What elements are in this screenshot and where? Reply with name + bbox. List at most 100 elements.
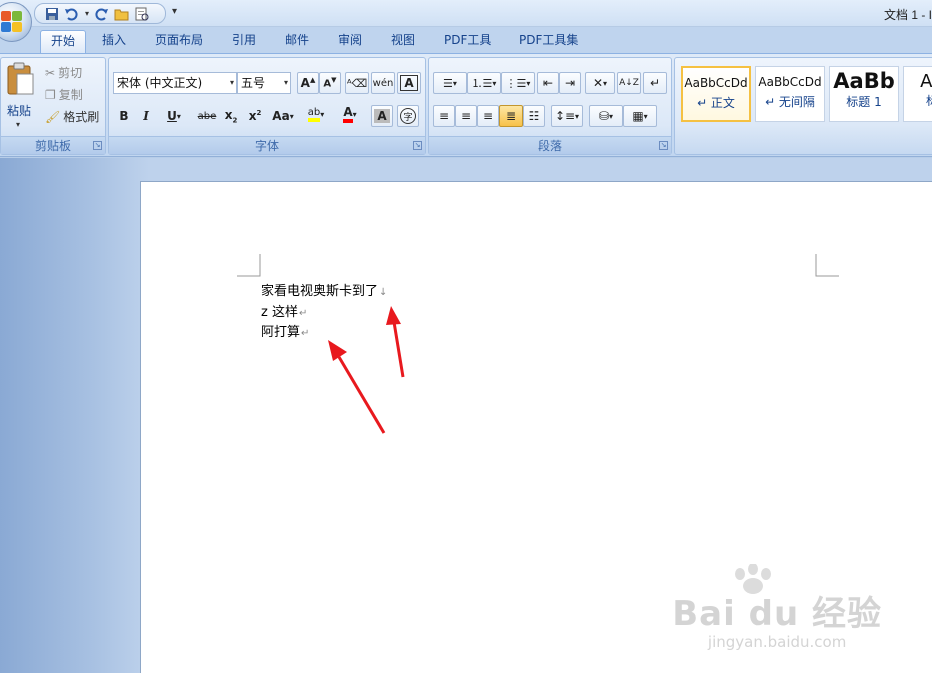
font-color-icon: A	[343, 105, 353, 123]
font-name-dropdown[interactable]: 宋体 (中文正文) ▾	[113, 72, 237, 94]
cut-button[interactable]: ✂ 剪切	[45, 64, 82, 81]
increase-indent-icon: ⇥	[564, 76, 576, 90]
paragraph-group-label: 段落	[429, 136, 671, 154]
line-break-mark: ↓	[379, 287, 388, 298]
align-left-icon: ≡	[438, 109, 450, 123]
line-spacing-button[interactable]: ↕≡ ▾	[551, 105, 583, 127]
print-preview-icon[interactable]	[133, 6, 151, 22]
undo-icon[interactable]	[63, 6, 81, 22]
paragraph-mark-icon: ↵	[649, 76, 661, 90]
clear-formatting-button[interactable]: ᴬ⌫	[345, 72, 369, 94]
document-line[interactable]: z 这样↵	[261, 301, 307, 320]
italic-button[interactable]: I	[137, 105, 155, 127]
tab-insert[interactable]: 插入	[92, 30, 136, 53]
font-launcher-icon[interactable]: ↘	[413, 141, 422, 150]
bold-icon: B	[119, 109, 129, 123]
tab-pdf-toolset[interactable]: PDF工具集	[509, 30, 588, 53]
subscript-button[interactable]: x2	[221, 105, 241, 127]
bold-button[interactable]: B	[115, 105, 133, 127]
shading-button[interactable]: ⛁ ▾	[589, 105, 623, 127]
strikethrough-button[interactable]: abe	[195, 105, 219, 127]
character-shading-button[interactable]: A	[371, 105, 393, 127]
tab-page-layout[interactable]: 页面布局	[145, 30, 213, 53]
margin-corner-top-right	[815, 254, 839, 277]
customize-qat-icon[interactable]: ▾	[172, 6, 177, 17]
change-case-icon: Aa	[272, 109, 290, 123]
sort-icon: A↓Z	[619, 78, 639, 88]
align-left-button[interactable]: ≡	[433, 105, 455, 127]
tab-pdf-tools[interactable]: PDF工具	[434, 30, 501, 53]
title-bar: ▾ ▾ 文档 1 - I	[0, 0, 932, 27]
style-name: 标题	[904, 92, 932, 109]
chinese-layout-button[interactable]: ✕ ▾	[585, 72, 615, 94]
tab-view[interactable]: 视图	[381, 30, 425, 53]
style-sample: AaBb	[833, 69, 895, 93]
align-right-button[interactable]: ≡	[477, 105, 499, 127]
decrease-indent-button[interactable]: ⇤	[537, 72, 559, 94]
open-folder-icon[interactable]	[113, 6, 131, 22]
increase-indent-button[interactable]: ⇥	[559, 72, 581, 94]
multilevel-list-button[interactable]: ⋮☰ ▾	[501, 72, 535, 94]
borders-button[interactable]: ▦ ▾	[623, 105, 657, 127]
superscript-button[interactable]: x2	[245, 105, 265, 127]
style-name: ↵ 正文	[697, 96, 735, 110]
document-line[interactable]: 家看电视奥斯卡到了↓	[261, 280, 387, 299]
superscript-icon: x2	[248, 109, 262, 123]
paragraph-mark: ↵	[298, 308, 308, 319]
tab-references[interactable]: 引用	[222, 30, 266, 53]
character-border-button[interactable]: A	[397, 72, 421, 94]
sort-button[interactable]: A↓Z	[617, 72, 641, 94]
distributed-button[interactable]: ☷	[523, 105, 545, 127]
strikethrough-icon: abe	[197, 110, 217, 122]
font-color-button[interactable]: A ▾	[335, 103, 365, 125]
bullets-button[interactable]: ☰ ▾	[433, 72, 467, 94]
format-painter-button[interactable]: 🖌 格式刷	[45, 108, 99, 125]
watermark-logo-text: Bai du 经验	[672, 594, 882, 634]
tab-mailings[interactable]: 邮件	[275, 30, 319, 53]
font-size-value: 五号	[241, 76, 266, 90]
chevron-down-icon: ▾	[229, 78, 234, 87]
shrink-font-button[interactable]: A▼	[319, 72, 341, 94]
show-hide-marks-button[interactable]: ↵	[643, 72, 667, 94]
undo-dropdown-icon[interactable]: ▾	[83, 6, 91, 22]
grow-font-button[interactable]: A▲	[297, 72, 319, 94]
style-heading-1[interactable]: AaBb 标题 1	[829, 66, 899, 122]
underline-button[interactable]: U ▾	[161, 105, 187, 127]
numbering-button[interactable]: ⒈☰ ▾	[467, 72, 501, 94]
paragraph-group: ☰ ▾ ⒈☰ ▾ ⋮☰ ▾ ⇤ ⇥ ✕ ▾ A↓Z ↵ ≡ ≡ ≡ ≣ ☷ ↕≡ ▾ ⛁ ▾…	[428, 57, 672, 155]
tab-review[interactable]: 审阅	[328, 30, 372, 53]
clipboard-launcher-icon[interactable]: ↘	[93, 141, 102, 150]
enclose-characters-icon: 字	[400, 108, 416, 124]
style-normal[interactable]: AaBbCcDd ↵ 正文	[681, 66, 751, 122]
chinese-layout-icon: ✕	[592, 76, 604, 90]
save-icon[interactable]	[43, 6, 61, 22]
paragraph-launcher-icon[interactable]: ↘	[659, 141, 668, 150]
change-case-button[interactable]: Aa ▾	[269, 105, 297, 127]
redo-icon[interactable]	[93, 6, 111, 22]
enclose-characters-button[interactable]: 字	[397, 105, 419, 127]
align-center-button[interactable]: ≡	[455, 105, 477, 127]
style-title[interactable]: AaB 标题	[903, 66, 932, 122]
border-icon: ▦	[632, 109, 644, 123]
tab-home[interactable]: 开始	[40, 30, 87, 53]
document-line[interactable]: 阿打算↵	[261, 321, 309, 340]
phonetic-guide-button[interactable]: wén	[371, 72, 395, 94]
multilevel-list-icon: ⋮☰	[505, 76, 527, 90]
document-line-text: 阿打算	[261, 325, 301, 340]
text-highlight-button[interactable]: ab ▾	[301, 103, 331, 125]
font-name-value: 宋体 (中文正文)	[117, 76, 203, 90]
subscript-icon: x2	[224, 107, 238, 125]
highlighter-icon: ab	[307, 107, 321, 122]
justify-button[interactable]: ≣	[499, 105, 523, 127]
office-logo-icon	[1, 11, 23, 33]
decrease-indent-icon: ⇤	[542, 76, 554, 90]
clear-formatting-icon: ᴬ⌫	[346, 76, 368, 90]
grow-font-icon: A▲	[300, 76, 316, 90]
character-shading-icon: A	[374, 109, 390, 123]
paste-dropdown-icon: ▾	[16, 120, 21, 129]
paste-button[interactable]: 粘贴 ▾	[5, 62, 37, 132]
font-size-dropdown[interactable]: 五号 ▾	[237, 72, 291, 94]
copy-button[interactable]: ❐ 复制	[45, 86, 83, 103]
style-no-spacing[interactable]: AaBbCcDd ↵ 无间隔	[755, 66, 825, 122]
underline-icon: U	[167, 109, 177, 123]
